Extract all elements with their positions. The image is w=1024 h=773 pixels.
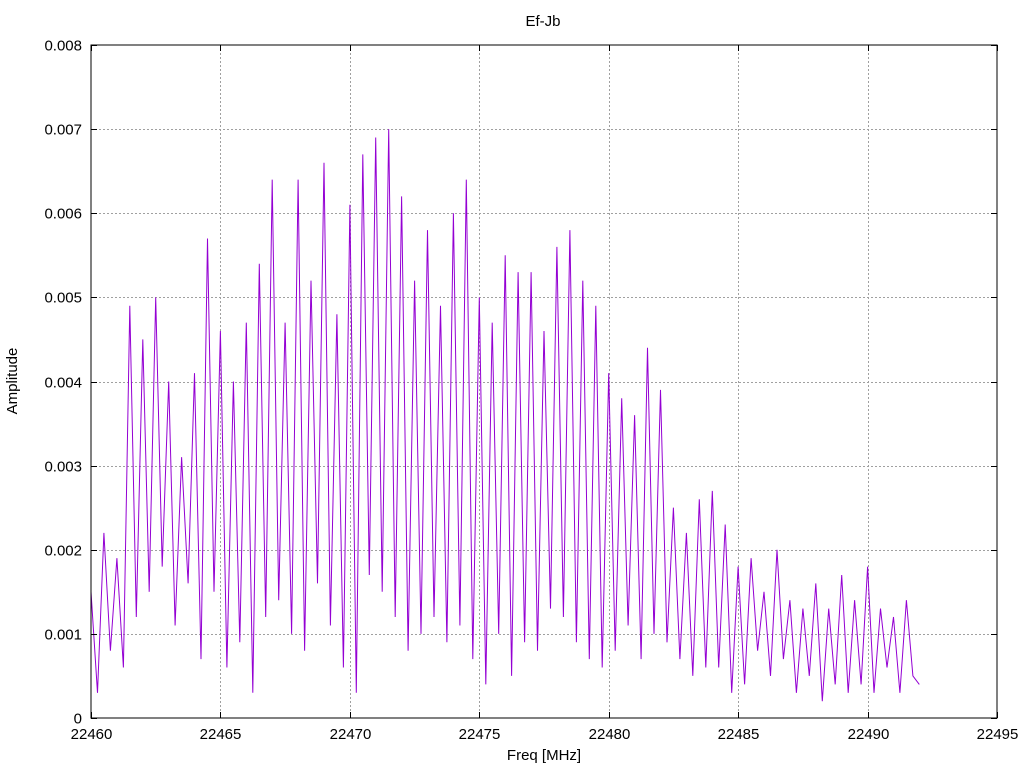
plot-frame <box>90 44 998 719</box>
grid <box>91 45 997 718</box>
x-tick-label: 22460 <box>71 726 113 743</box>
x-tick-label: 22465 <box>200 726 242 743</box>
chart-title: Ef-Jb <box>525 13 560 30</box>
y-tick-label: 0 <box>74 711 82 728</box>
x-tick-label: 22490 <box>848 726 890 743</box>
x-tick-label: 22470 <box>330 726 372 743</box>
y-tick-label: 0.005 <box>44 290 82 307</box>
x-tick-label: 22480 <box>589 726 631 743</box>
x-tick-label: 22485 <box>718 726 760 743</box>
chart: 22460 22465 22470 22475 22480 22485 22490 22495… <box>4 13 1018 764</box>
y-tick-label: 0.002 <box>44 543 82 560</box>
y-tick-label: 0.003 <box>44 459 82 476</box>
y-tick-label: 0.008 <box>44 38 82 55</box>
series-line <box>90 129 920 702</box>
x-axis-label: Freq [MHz] <box>507 747 581 764</box>
y-tick-label: 0.006 <box>44 206 82 223</box>
y-tick-label: 0.007 <box>44 122 82 139</box>
y-tick-label: 0.001 <box>44 627 82 644</box>
ticks: 22460 22465 22470 22475 22480 22485 22490 22495… <box>44 38 1018 744</box>
x-tick-label: 22495 <box>977 726 1019 743</box>
y-axis-label: Amplitude <box>4 348 21 415</box>
x-tick-label: 22475 <box>459 726 501 743</box>
y-tick-label: 0.004 <box>44 375 82 392</box>
